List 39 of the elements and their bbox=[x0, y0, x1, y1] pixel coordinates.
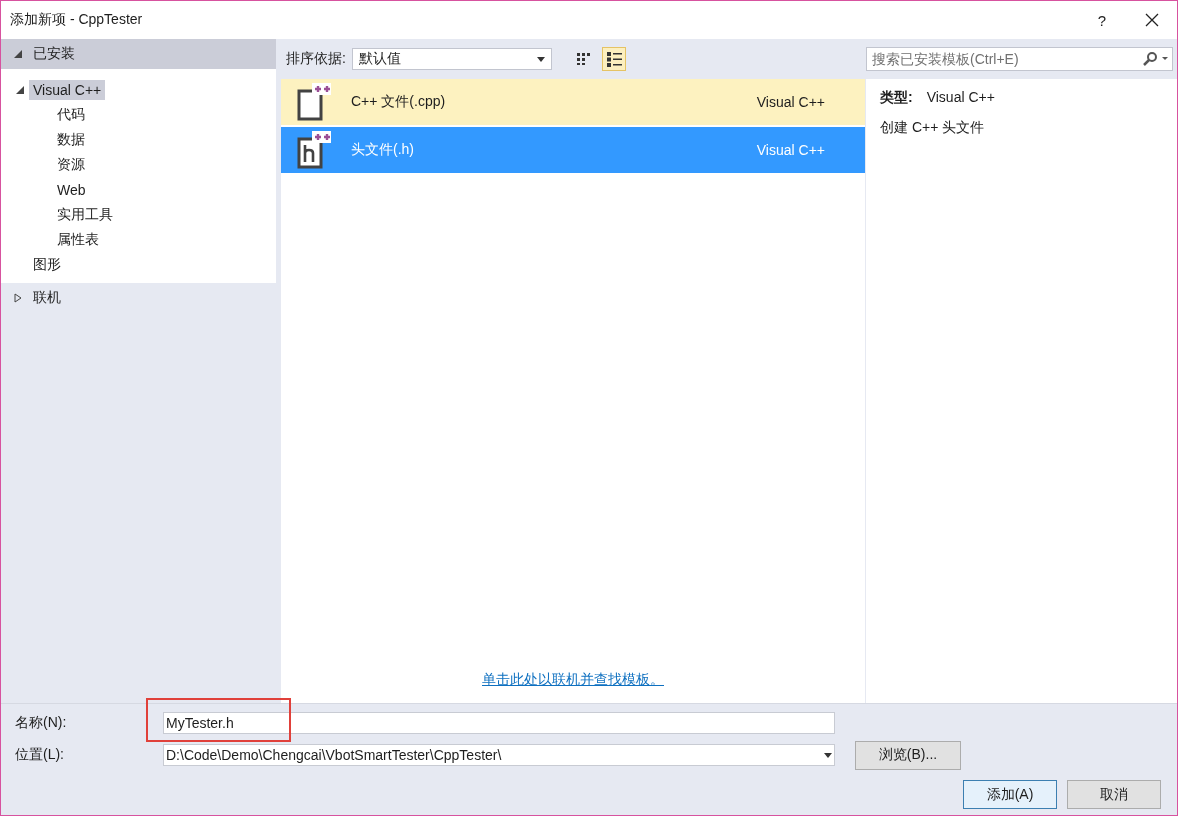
name-label: 名称(N): bbox=[15, 714, 68, 732]
name-field[interactable]: MyTester.h bbox=[163, 712, 835, 734]
tree-item[interactable]: Visual C++ bbox=[29, 79, 106, 100]
caret-icon[interactable] bbox=[536, 56, 545, 62]
expanded-arrow-icon[interactable] bbox=[15, 84, 25, 95]
tree-item[interactable]: 代码 bbox=[53, 103, 89, 126]
template-item[interactable]: C++ 文件(.cpp) Visual C++ bbox=[281, 79, 865, 125]
section-header[interactable]: 已安装 bbox=[1, 39, 276, 69]
sort-label: 排序依据: bbox=[286, 50, 346, 68]
help-button[interactable]: ? bbox=[1077, 1, 1127, 39]
section-label[interactable]: 联机 bbox=[33, 289, 61, 307]
section-header[interactable]: 联机 bbox=[1, 283, 276, 313]
browse-button[interactable]: 浏览(B)... bbox=[855, 740, 961, 770]
sort-dropdown[interactable]: 默认值 bbox=[351, 48, 552, 70]
expanded-arrow-icon[interactable] bbox=[13, 49, 23, 59]
template-description: 创建 C++ 头文件 bbox=[880, 119, 986, 137]
sort-value[interactable]: 默认值 bbox=[358, 50, 401, 68]
tree-item[interactable]: 实用工具 bbox=[53, 203, 117, 226]
online-templates-link[interactable]: 单击此处以联机并查找模板。 bbox=[482, 671, 664, 689]
window-title: 添加新项 - CppTester bbox=[10, 11, 144, 29]
tree-item[interactable]: 数据 bbox=[53, 128, 89, 151]
close-icon[interactable] bbox=[1145, 13, 1159, 27]
add-button[interactable]: 添加(A) bbox=[963, 780, 1057, 809]
cancel-button[interactable]: 取消 bbox=[1067, 780, 1161, 809]
tree-item[interactable]: Web bbox=[53, 179, 90, 200]
tree-item[interactable]: 属性表 bbox=[53, 228, 103, 251]
caret-icon[interactable] bbox=[824, 752, 832, 758]
cpp-file-icon bbox=[295, 83, 331, 121]
type-value: Visual C++ bbox=[926, 89, 995, 107]
location-value[interactable]: D:\Code\Demo\Chengcai\VbotSmartTester\CppTester\ bbox=[166, 747, 502, 763]
tree-item[interactable]: 图形 bbox=[29, 253, 65, 276]
location-dropdown[interactable]: D:\Code\Demo\Chengcai\VbotSmartTester\CppTester\ bbox=[163, 744, 835, 766]
type-label: 类型: bbox=[880, 89, 913, 107]
collapsed-arrow-icon[interactable] bbox=[13, 293, 23, 303]
tree-item[interactable]: 资源 bbox=[53, 153, 89, 176]
search-field[interactable]: 搜索已安装模板(Ctrl+E) bbox=[866, 47, 1173, 71]
header-file-icon bbox=[295, 131, 331, 169]
section-label[interactable]: 已安装 bbox=[33, 45, 75, 63]
location-label: 位置(L): bbox=[15, 746, 65, 764]
